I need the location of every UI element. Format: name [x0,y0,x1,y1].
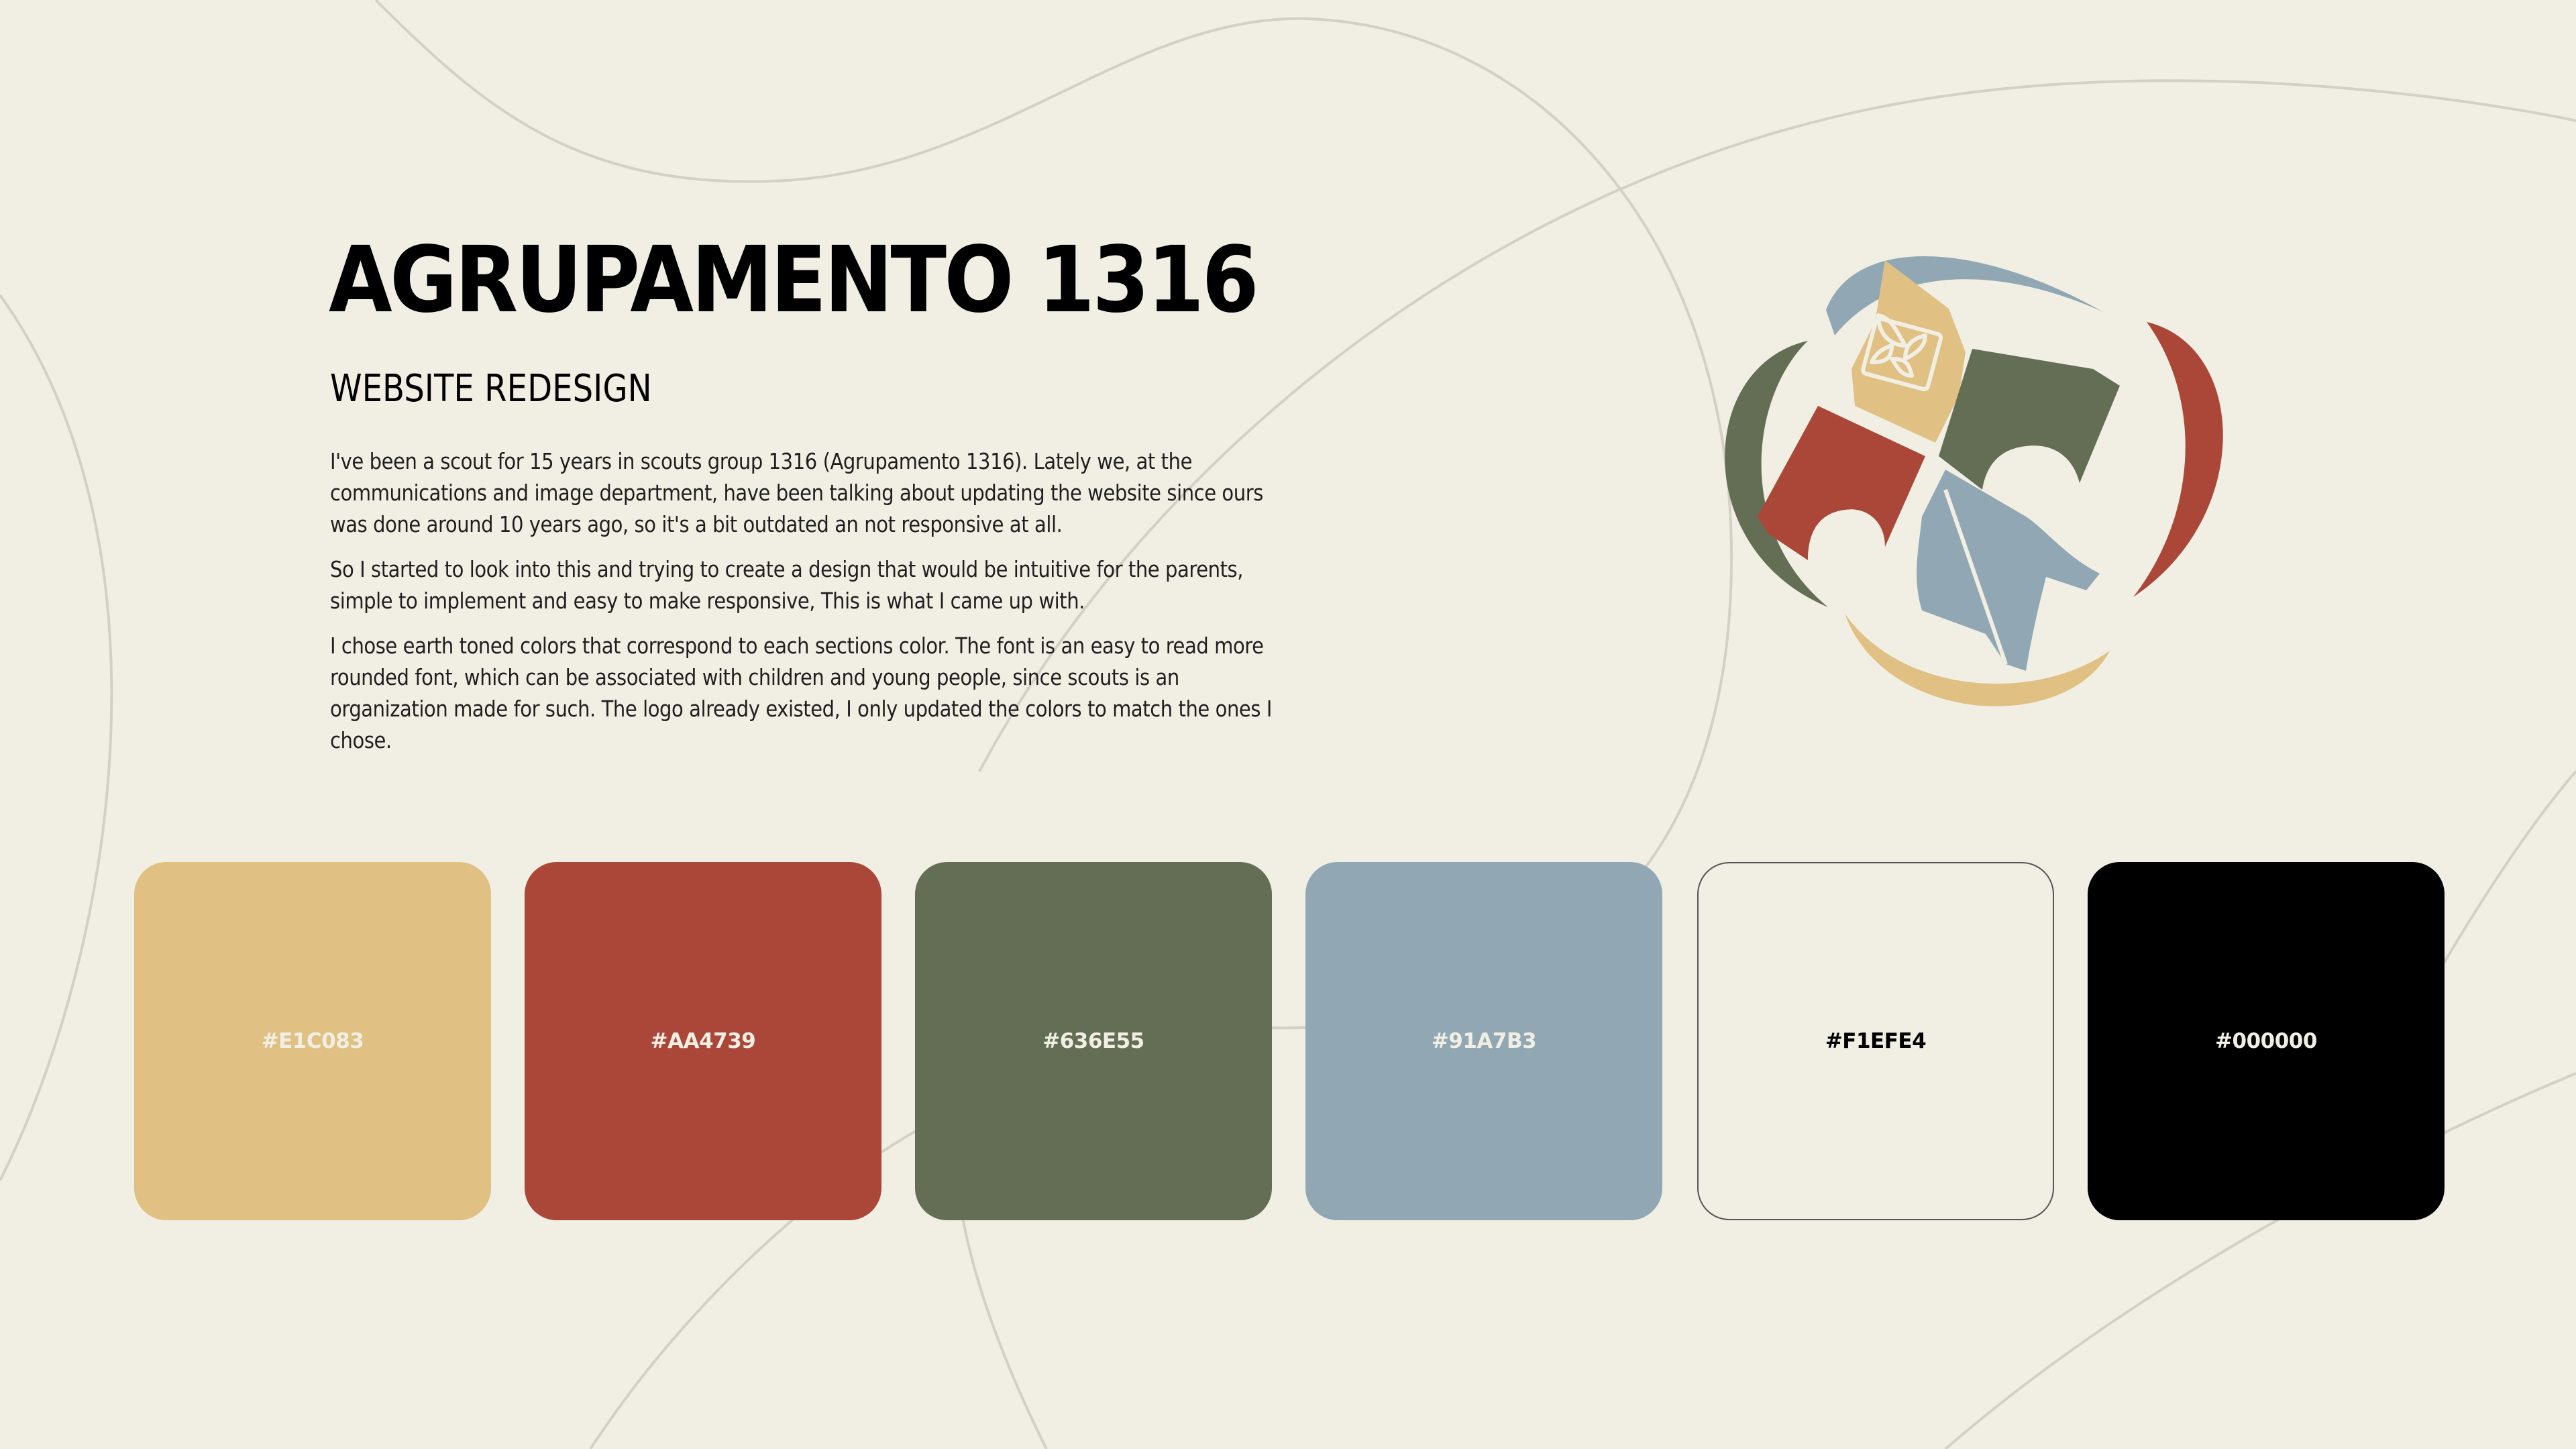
page-subtitle: WEBSITE REDESIGN [330,367,652,411]
color-swatch-f1efe4: #F1EFE4 [1697,862,2054,1220]
swatch-hex-label: #91A7B3 [1431,1029,1537,1053]
color-swatch-000000: #000000 [2088,862,2445,1220]
color-swatch-636e55: #636E55 [915,862,1272,1220]
logo-petal-red [1758,406,1925,560]
color-swatch-aa4739: #AA4739 [525,862,881,1220]
scout-fleur-de-lis-logo-icon [1725,256,2223,706]
description-text: I've been a scout for 15 years in scouts… [330,445,1275,769]
swatch-hex-label: #E1C083 [261,1029,364,1053]
description-paragraph: So I started to look into this and tryin… [330,556,1244,614]
swatch-hex-label: #AA4739 [650,1029,756,1053]
swatch-hex-label: #000000 [2215,1029,2317,1053]
logo-arc-right [2133,322,2223,597]
description-paragraph: I've been a scout for 15 years in scouts… [330,448,1263,537]
swatch-hex-label: #F1EFE4 [1825,1029,1927,1053]
logo-arc-top [1826,256,2103,335]
logo-petal-green [1939,349,2120,490]
page-title: AGRUPAMENTO 1316 [329,227,1259,333]
logo-petal-blue [1917,470,2100,671]
color-swatch-91a7b3: #91A7B3 [1305,862,1662,1220]
swatch-hex-label: #636E55 [1042,1029,1144,1053]
description-paragraph: I chose earth toned colors that correspo… [330,633,1272,753]
color-swatch-e1c083: #E1C083 [134,862,491,1220]
